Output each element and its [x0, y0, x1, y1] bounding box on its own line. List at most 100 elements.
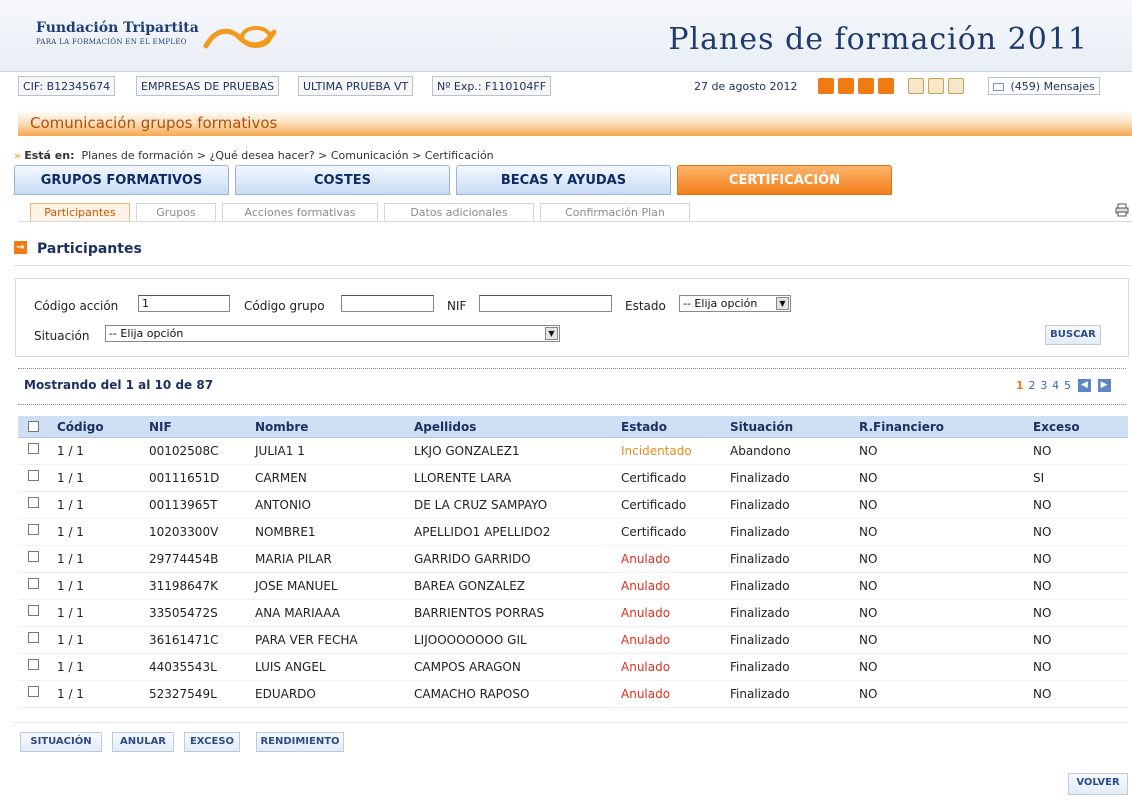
col-nif[interactable]: NIF — [149, 420, 172, 434]
chart-icon[interactable] — [928, 78, 944, 94]
cell-apellidos: LKJO GONZALEZ1 — [414, 444, 520, 458]
nif-label: NIF — [447, 299, 467, 313]
table-row: 1 / 1 33505472S ANA MARIAAA BARRIENTOS PORR… — [18, 600, 1128, 627]
cell-rf: NO — [859, 660, 878, 674]
page-3[interactable]: 3 — [1040, 379, 1047, 392]
cell-rf: NO — [859, 606, 878, 620]
col-estado[interactable]: Estado — [621, 420, 667, 434]
cell-estado: Certificado — [621, 498, 687, 512]
codigo-accion-input[interactable]: 1 — [138, 295, 230, 312]
cell-estado: Incidentado — [621, 444, 692, 458]
cell-apellidos: CAMACHO RAPOSO — [414, 687, 530, 701]
col-codigo[interactable]: Código — [57, 420, 104, 434]
cell-nif: 00111651D — [149, 471, 220, 485]
codigo-grupo-input[interactable] — [341, 295, 434, 312]
home-icon[interactable] — [858, 78, 874, 94]
tab-grupos-formativos[interactable]: GRUPOS FORMATIVOS — [14, 165, 229, 195]
situacion-select[interactable]: -- Elija opción ▼ — [105, 325, 560, 342]
row-checkbox[interactable] — [28, 686, 39, 697]
cell-nif: 00102508C — [149, 444, 219, 458]
row-checkbox[interactable] — [28, 659, 39, 670]
prev-page-icon[interactable]: ◀ — [1077, 379, 1091, 392]
col-situacion[interactable]: Situación — [730, 420, 793, 434]
nif-input[interactable] — [479, 295, 612, 312]
anular-button[interactable]: ANULAR — [112, 732, 174, 752]
row-checkbox[interactable] — [28, 632, 39, 643]
print-icon[interactable] — [908, 78, 924, 94]
subtab-datos-adicionales[interactable]: Datos adicionales — [384, 203, 534, 222]
row-checkbox[interactable] — [28, 551, 39, 562]
next-page-icon[interactable]: ▶ — [1097, 379, 1111, 392]
cell-exceso: NO — [1033, 606, 1052, 620]
cell-nombre: LUIS ANGEL — [255, 660, 326, 674]
subtab-acciones-formativas[interactable]: Acciones formativas — [222, 203, 378, 222]
col-apellidos[interactable]: Apellidos — [414, 420, 476, 434]
page-1[interactable]: 1 — [1016, 379, 1024, 392]
cell-rf: NO — [859, 471, 878, 485]
print-page-icon[interactable] — [1115, 203, 1129, 217]
cell-codigo: 1 / 1 — [57, 633, 84, 647]
cell-codigo: 1 / 1 — [57, 444, 84, 458]
cell-situacion: Finalizado — [730, 606, 790, 620]
col-nombre[interactable]: Nombre — [255, 420, 308, 434]
exceso-button[interactable]: EXCESO — [184, 732, 240, 752]
table-row: 1 / 1 31198647K JOSE MANUEL BAREA GONZALEZ A… — [18, 573, 1128, 600]
cell-estado: Anulado — [621, 633, 671, 647]
estado-select[interactable]: -- Elija opción ▼ — [679, 295, 791, 312]
row-checkbox[interactable] — [28, 578, 39, 589]
estado-select-value: -- Elija opción — [683, 297, 758, 310]
cell-nif: 29774454B — [149, 552, 219, 566]
cell-nif: 52327549L — [149, 687, 217, 701]
cell-exceso: NO — [1033, 687, 1052, 701]
tab-costes[interactable]: COSTES — [235, 165, 450, 195]
volver-button[interactable]: VOLVER — [1068, 773, 1128, 795]
messages-button[interactable]: (459) Mensajes — [988, 77, 1100, 95]
exit-icon[interactable] — [818, 78, 834, 94]
edit-icon[interactable] — [948, 78, 964, 94]
page-4[interactable]: 4 — [1052, 379, 1059, 392]
cell-nombre: CARMEN — [255, 471, 307, 485]
cell-apellidos: GARRIDO GARRIDO — [414, 552, 531, 566]
exp-chip: Nº Exp.: F110104FF — [432, 76, 552, 96]
cell-exceso: SI — [1033, 471, 1045, 485]
filter-box: Código acción 1 Código grupo NIF Estado … — [15, 278, 1129, 357]
search-button[interactable]: BUSCAR — [1045, 325, 1101, 345]
row-checkbox[interactable] — [28, 497, 39, 508]
cell-nif: 36161471C — [149, 633, 219, 647]
cell-situacion: Finalizado — [730, 633, 790, 647]
row-checkbox[interactable] — [28, 605, 39, 616]
copy-icon[interactable] — [878, 78, 894, 94]
row-checkbox[interactable] — [28, 443, 39, 454]
table-body: 1 / 1 00102508C JULIA1 1 LKJO GONZALEZ1 Inci… — [18, 438, 1128, 708]
breadcrumb: » Está en: Planes de formación > ¿Qué de… — [14, 149, 494, 162]
page-5[interactable]: 5 — [1064, 379, 1071, 392]
help-icon[interactable] — [838, 78, 854, 94]
select-all-checkbox[interactable] — [28, 421, 39, 432]
cell-exceso: NO — [1033, 444, 1052, 458]
rendimiento-button[interactable]: RENDIMIENTO — [256, 732, 344, 752]
divider-bottom — [18, 404, 1126, 405]
cell-rf: NO — [859, 687, 878, 701]
chevron-down-icon: ▼ — [545, 327, 558, 340]
subtabs-divider — [18, 221, 1132, 222]
page-2[interactable]: 2 — [1028, 379, 1035, 392]
col-exceso[interactable]: Exceso — [1033, 420, 1080, 434]
tab-certificacion[interactable]: CERTIFICACIÓN — [677, 165, 892, 195]
cell-codigo: 1 / 1 — [57, 606, 84, 620]
cell-situacion: Finalizado — [730, 660, 790, 674]
cell-nif: 44035543L — [149, 660, 217, 674]
cell-codigo: 1 / 1 — [57, 525, 84, 539]
action-bar: SITUACIÓN ANULAR EXCESO RENDIMIENTO — [14, 722, 1128, 756]
panel-title: Participantes — [37, 241, 142, 257]
subtab-participantes[interactable]: Participantes — [30, 203, 130, 222]
cell-situacion: Abandono — [730, 444, 791, 458]
subtab-grupos[interactable]: Grupos — [136, 203, 216, 222]
situacion-button[interactable]: SITUACIÓN — [20, 732, 102, 752]
col-rfinanciero[interactable]: R.Financiero — [859, 420, 944, 434]
tab-becas-y-ayudas[interactable]: BECAS Y AYUDAS — [456, 165, 671, 195]
row-checkbox[interactable] — [28, 524, 39, 535]
subtab-confirmacion-plan[interactable]: Confirmación Plan — [540, 203, 690, 222]
table-row: 1 / 1 00102508C JULIA1 1 LKJO GONZALEZ1 Inci… — [18, 438, 1128, 465]
cell-apellidos: BARRIENTOS PORRAS — [414, 606, 545, 620]
row-checkbox[interactable] — [28, 470, 39, 481]
